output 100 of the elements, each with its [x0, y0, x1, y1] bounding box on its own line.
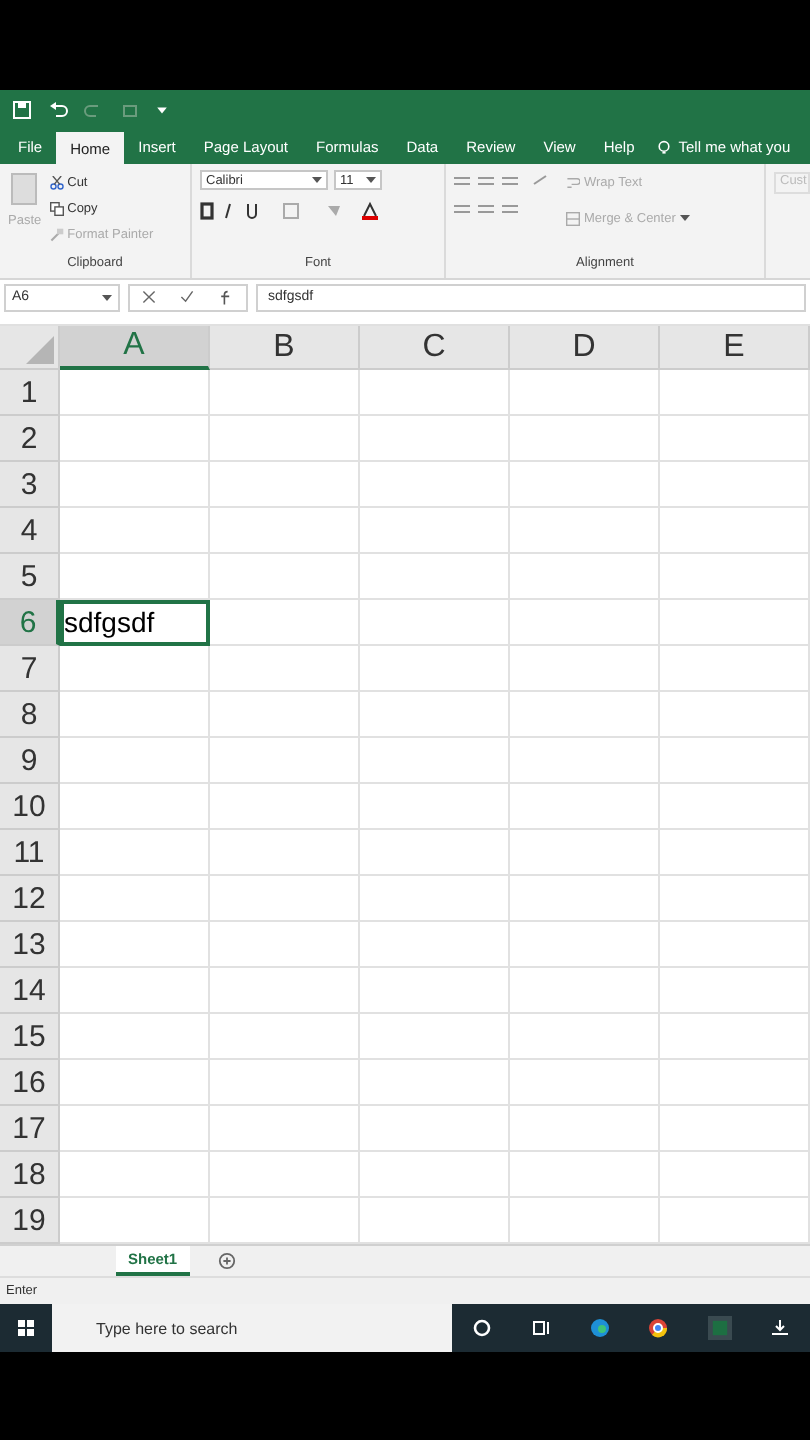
table-cell[interactable] — [360, 692, 510, 738]
table-cell[interactable] — [210, 968, 360, 1014]
table-cell[interactable] — [510, 416, 660, 462]
table-cell[interactable] — [510, 462, 660, 508]
table-cell[interactable] — [510, 1152, 660, 1198]
table-cell[interactable] — [660, 692, 810, 738]
browser-icon[interactable] — [589, 1318, 610, 1338]
row-header[interactable]: 12 — [0, 876, 60, 922]
table-cell[interactable] — [60, 508, 210, 554]
table-cell[interactable] — [210, 830, 360, 876]
table-cell[interactable] — [360, 738, 510, 784]
dropdown-icon[interactable] — [156, 104, 168, 116]
table-cell[interactable] — [360, 370, 510, 416]
add-sheet-icon[interactable] — [217, 1252, 236, 1270]
row-header[interactable]: 1 — [0, 370, 60, 416]
table-cell[interactable] — [60, 462, 210, 508]
table-cell[interactable] — [360, 462, 510, 508]
table-cell[interactable] — [510, 508, 660, 554]
row-header[interactable]: 14 — [0, 968, 60, 1014]
table-cell[interactable]: sdfgsdf — [60, 600, 210, 646]
table-cell[interactable] — [210, 462, 360, 508]
windows-icon[interactable] — [16, 1318, 36, 1338]
table-cell[interactable] — [510, 830, 660, 876]
column-header[interactable]: D — [510, 326, 660, 370]
table-cell[interactable] — [660, 1106, 810, 1152]
table-cell[interactable] — [210, 554, 360, 600]
spreadsheet-app-icon[interactable] — [707, 1316, 732, 1340]
table-cell[interactable] — [60, 370, 210, 416]
table-cell[interactable] — [510, 1060, 660, 1106]
taskbar-search-field[interactable]: Type here to search — [52, 1304, 452, 1352]
table-cell[interactable] — [510, 370, 660, 416]
table-cell[interactable] — [210, 738, 360, 784]
download-icon[interactable] — [770, 1318, 791, 1338]
check-icon[interactable] — [180, 290, 194, 304]
table-cell[interactable] — [660, 462, 810, 508]
copy-icon[interactable] — [49, 201, 64, 215]
table-cell[interactable] — [660, 600, 810, 646]
column-header[interactable]: B — [210, 326, 360, 370]
row-header[interactable]: 3 — [0, 462, 60, 508]
table-cell[interactable] — [360, 554, 510, 600]
table-cell[interactable] — [210, 508, 360, 554]
table-cell[interactable] — [360, 1152, 510, 1198]
table-cell[interactable] — [210, 922, 360, 968]
table-cell[interactable] — [660, 1152, 810, 1198]
undo-icon[interactable] — [48, 100, 68, 120]
table-cell[interactable] — [60, 1060, 210, 1106]
table-cell[interactable] — [360, 922, 510, 968]
caret-icon[interactable] — [102, 293, 112, 301]
table-cell[interactable] — [660, 784, 810, 830]
circle-icon[interactable] — [471, 1318, 492, 1338]
table-cell[interactable] — [510, 922, 660, 968]
table-cell[interactable] — [210, 370, 360, 416]
table-cell[interactable] — [510, 692, 660, 738]
row-header[interactable]: 15 — [0, 1014, 60, 1060]
table-cell[interactable] — [660, 1014, 810, 1060]
table-cell[interactable] — [210, 1060, 360, 1106]
row-header[interactable]: 7 — [0, 646, 60, 692]
row-header[interactable]: 18 — [0, 1152, 60, 1198]
lightbulb-icon[interactable] — [656, 139, 673, 155]
table-cell[interactable] — [510, 554, 660, 600]
table-cell[interactable] — [660, 416, 810, 462]
row-header[interactable]: 6 — [0, 600, 60, 646]
scissors-icon[interactable] — [49, 175, 64, 189]
caret-icon[interactable] — [679, 214, 690, 222]
row-header[interactable]: 10 — [0, 784, 60, 830]
row-header[interactable]: 4 — [0, 508, 60, 554]
table-cell[interactable] — [360, 646, 510, 692]
table-cell[interactable] — [210, 646, 360, 692]
redo-icon[interactable] — [84, 100, 104, 120]
table-cell[interactable] — [210, 1152, 360, 1198]
table-cell[interactable] — [660, 370, 810, 416]
table-cell[interactable] — [360, 508, 510, 554]
table-cell[interactable] — [60, 416, 210, 462]
table-cell[interactable] — [510, 876, 660, 922]
select-all-icon[interactable] — [26, 336, 54, 364]
table-cell[interactable] — [360, 1106, 510, 1152]
table-cell[interactable] — [660, 646, 810, 692]
table-cell[interactable] — [60, 738, 210, 784]
task-view-icon[interactable] — [530, 1318, 551, 1338]
table-cell[interactable] — [360, 830, 510, 876]
table-cell[interactable] — [210, 1014, 360, 1060]
table-cell[interactable] — [510, 968, 660, 1014]
print-icon[interactable] — [120, 100, 140, 120]
table-cell[interactable] — [210, 692, 360, 738]
table-cell[interactable] — [660, 922, 810, 968]
caret-icon[interactable] — [312, 176, 322, 184]
table-cell[interactable] — [60, 1014, 210, 1060]
table-cell[interactable] — [510, 600, 660, 646]
table-cell[interactable] — [510, 738, 660, 784]
browser-icon[interactable] — [648, 1318, 669, 1338]
row-header[interactable]: 11 — [0, 830, 60, 876]
row-header[interactable]: 9 — [0, 738, 60, 784]
table-cell[interactable] — [360, 1060, 510, 1106]
row-header[interactable]: 13 — [0, 922, 60, 968]
column-header[interactable]: A — [60, 326, 210, 370]
row-header[interactable]: 2 — [0, 416, 60, 462]
table-cell[interactable] — [210, 784, 360, 830]
table-cell[interactable] — [660, 876, 810, 922]
table-cell[interactable] — [510, 646, 660, 692]
table-cell[interactable] — [60, 646, 210, 692]
